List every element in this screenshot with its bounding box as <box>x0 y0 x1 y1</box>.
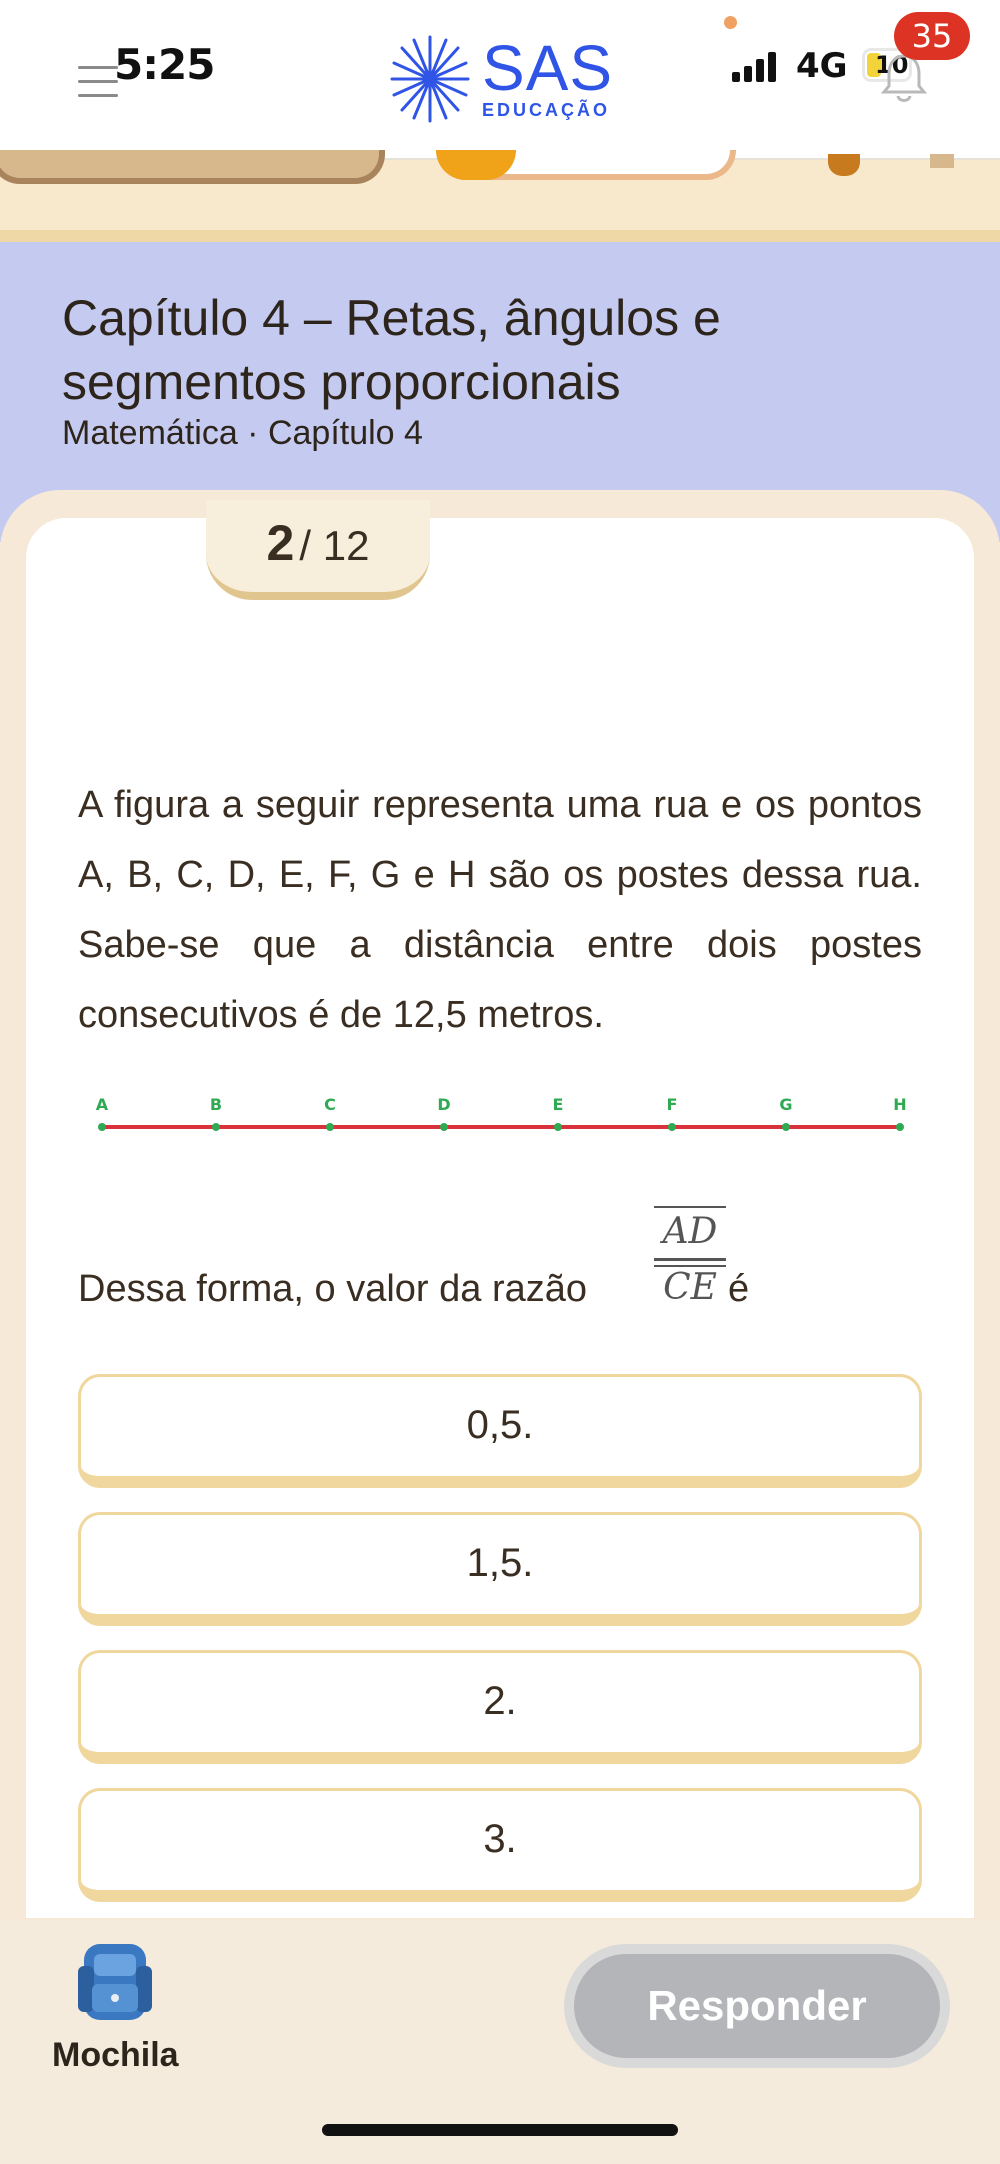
ratio-denominator: CE <box>654 1265 726 1309</box>
backpack-icon[interactable] <box>70 1936 160 2028</box>
respond-button[interactable]: Responder <box>564 1944 950 2068</box>
street-point-a <box>98 1123 106 1131</box>
status-time: 5:25 <box>114 40 215 89</box>
street-point-label-d: D <box>437 1095 450 1114</box>
ratio-numerator: AD <box>654 1206 726 1252</box>
cellular-signal-icon <box>732 52 782 82</box>
privacy-indicator-dot <box>724 16 737 29</box>
answer-option-d[interactable]: 3. <box>78 1788 922 1902</box>
street-point-label-e: E <box>553 1095 564 1114</box>
ratio-prefix: Dessa forma, o valor da razão <box>78 1268 588 1310</box>
street-point-c <box>326 1123 334 1131</box>
answer-option-b[interactable]: 1,5. <box>78 1512 922 1626</box>
brand-name: SAS <box>482 32 614 104</box>
street-point-e <box>554 1123 562 1131</box>
ratio-fraction: AD CE <box>654 1206 726 1309</box>
fraction-bar <box>654 1258 726 1261</box>
question-counter: 2 / 12 <box>206 500 430 600</box>
street-point-f <box>668 1123 676 1131</box>
chapter-title: Capítulo 4 – Retas, ângulos e segmentos … <box>62 290 721 410</box>
total-questions: / 12 <box>299 522 370 569</box>
network-type: 4G <box>796 46 848 86</box>
street-figure: A B C D E F G H <box>96 1095 907 1131</box>
brand-logo: SAS EDUCAÇÃO <box>390 32 620 128</box>
backpack-label[interactable]: Mochila <box>52 2036 179 2075</box>
sunburst-logo-icon <box>390 35 470 123</box>
street-point-h <box>896 1123 904 1131</box>
ratio-prompt: Dessa forma, o valor da razão AD CE é <box>78 1206 922 1316</box>
street-point-label-c: C <box>324 1095 336 1114</box>
respond-button-label: Responder <box>574 1954 940 2058</box>
street-point-b <box>212 1123 220 1131</box>
answer-option-c[interactable]: 2. <box>78 1650 922 1764</box>
hamburger-menu-icon[interactable] <box>78 66 118 100</box>
street-point-g <box>782 1123 790 1131</box>
ratio-suffix: é <box>728 1268 750 1310</box>
question-text: A figura a seguir representa uma rua e o… <box>78 784 922 1036</box>
street-point-label-f: F <box>667 1095 678 1114</box>
street-point-d <box>440 1123 448 1131</box>
map-strip <box>0 150 1000 242</box>
home-indicator[interactable] <box>322 2124 678 2136</box>
street-point-label-g: G <box>779 1095 792 1114</box>
answer-option-a[interactable]: 0,5. <box>78 1374 922 1488</box>
brand-subtitle: EDUCAÇÃO <box>482 100 611 120</box>
top-bar: 5:25 SAS EDUCAÇÃO 4G 10 35 <box>0 0 1000 160</box>
chapter-subtitle: Matemática · Capítulo 4 <box>62 414 423 452</box>
street-point-label-a: A <box>96 1095 109 1114</box>
street-point-label-b: B <box>210 1095 222 1114</box>
current-question-number: 2 <box>266 515 295 571</box>
notification-count-badge[interactable]: 35 <box>894 12 970 60</box>
street-point-label-h: H <box>893 1095 906 1114</box>
